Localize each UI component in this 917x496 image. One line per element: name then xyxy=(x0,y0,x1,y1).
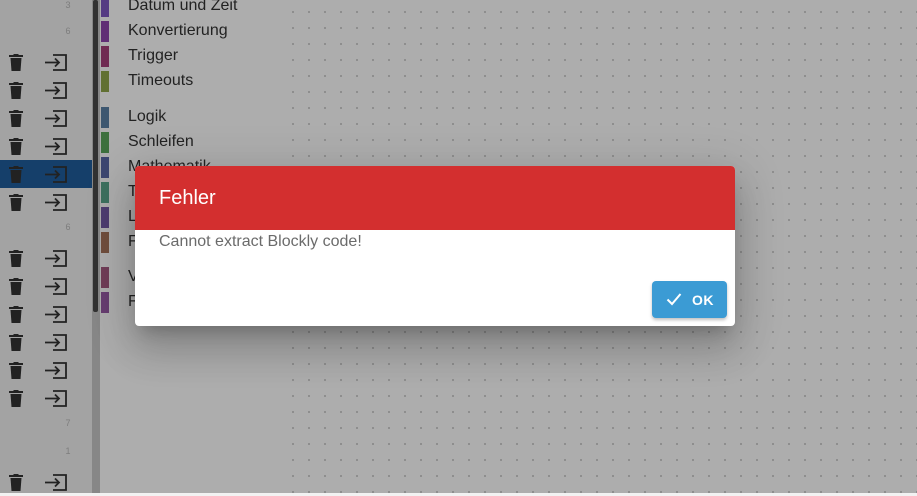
dialog-message: Cannot extract Blockly code! xyxy=(159,233,362,250)
error-dialog: Fehler Cannot extract Blockly code! OK xyxy=(135,166,735,326)
ok-button[interactable]: OK xyxy=(652,281,727,318)
check-icon xyxy=(666,293,682,306)
dialog-header: Fehler xyxy=(135,166,735,230)
ok-button-label: OK xyxy=(692,292,714,308)
dialog-title: Fehler xyxy=(159,187,216,209)
